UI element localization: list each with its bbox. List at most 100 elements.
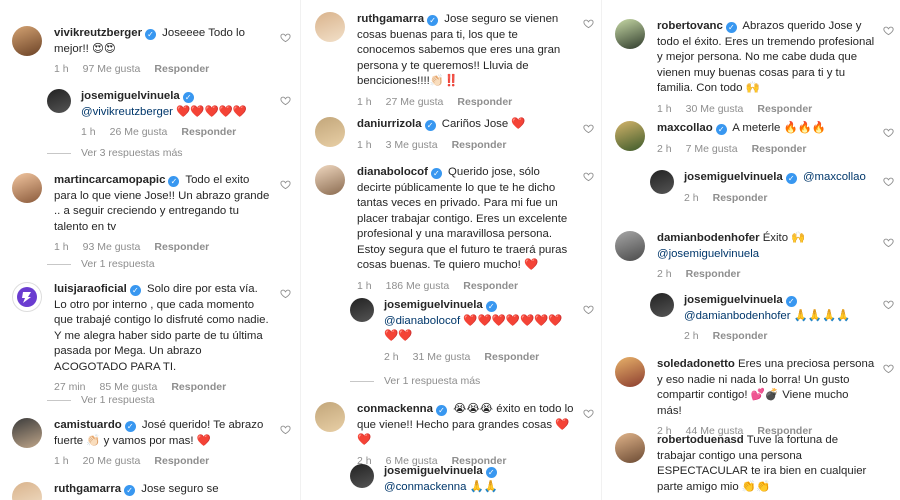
like-heart-icon[interactable] [883, 25, 894, 36]
reply-button[interactable]: Responder [757, 102, 812, 118]
like-heart-icon[interactable] [280, 32, 291, 43]
mention-link[interactable]: @vivikreutzberger [81, 106, 173, 118]
comment-likes[interactable]: 3 Me gusta [386, 138, 438, 154]
comment-time[interactable]: 1 h [54, 62, 69, 78]
mention-link[interactable]: @dianabolocof [384, 315, 460, 327]
reply-button[interactable]: Responder [154, 240, 209, 256]
mention-link[interactable]: @conmackenna [384, 481, 466, 493]
avatar[interactable] [650, 170, 674, 194]
reply-button[interactable]: Responder [452, 138, 507, 154]
avatar[interactable] [350, 298, 374, 322]
comment-username[interactable]: josemiguelvinuela [684, 294, 783, 306]
comment-username[interactable]: josemiguelvinuela [384, 299, 483, 311]
like-heart-icon[interactable] [883, 237, 894, 248]
comment-time[interactable]: 1 h [357, 279, 372, 295]
comment-time[interactable]: 1 h [657, 102, 672, 118]
mention-link[interactable]: @maxcollao [803, 171, 866, 183]
mention-link[interactable]: @josemiguelvinuela [657, 248, 759, 260]
comment-likes[interactable]: 97 Me gusta [83, 62, 141, 78]
like-heart-icon[interactable] [583, 304, 594, 315]
comment-username[interactable]: robertovanc [657, 20, 723, 32]
comment-username[interactable]: camistuardo [54, 419, 122, 431]
reply-button[interactable]: Responder [686, 267, 741, 283]
comment-time[interactable]: 2 h [684, 329, 699, 345]
comment-time[interactable]: 2 h [384, 350, 399, 366]
comment-username[interactable]: luisjaraoficial [54, 283, 127, 295]
comment-likes[interactable]: 31 Me gusta [413, 350, 471, 366]
like-heart-icon[interactable] [883, 176, 894, 187]
mention-link[interactable]: @damianbodenhofer [684, 310, 791, 322]
comment-username[interactable]: ruthgamarra [357, 13, 424, 25]
reply-button[interactable]: Responder [713, 191, 768, 207]
like-heart-icon[interactable] [883, 127, 894, 138]
comment-username[interactable]: dianabolocof [357, 166, 428, 178]
avatar[interactable] [350, 464, 374, 488]
comment-username[interactable]: daniurrizola [357, 118, 422, 130]
like-heart-icon[interactable] [280, 424, 291, 435]
like-heart-icon[interactable] [583, 408, 594, 419]
reply-button[interactable]: Responder [181, 125, 236, 141]
comment-time[interactable]: 1 h [54, 240, 69, 256]
comment-time[interactable]: 1 h [357, 95, 372, 111]
comment-time[interactable]: 1 h [81, 125, 96, 141]
reply-button[interactable]: Responder [752, 142, 807, 158]
view-more-replies[interactable]: Ver 3 respuestas más [47, 147, 183, 159]
comment-username[interactable]: josemiguelvinuela [384, 465, 483, 477]
avatar[interactable] [12, 173, 42, 203]
comment-username[interactable]: josemiguelvinuela [81, 90, 180, 102]
comment-time[interactable]: 1 h [54, 454, 69, 470]
comment-likes[interactable]: 30 Me gusta [686, 102, 744, 118]
comment-username[interactable]: soledadonetto [657, 358, 735, 370]
comment-likes[interactable]: 7 Me gusta [686, 142, 738, 158]
comment-username[interactable]: josemiguelvinuela [684, 171, 783, 183]
reply-button[interactable]: Responder [154, 62, 209, 78]
avatar[interactable] [650, 293, 674, 317]
reply-button[interactable]: Responder [463, 279, 518, 295]
avatar[interactable] [315, 402, 345, 432]
comment-username[interactable]: martincarcamopapic [54, 174, 165, 186]
avatar[interactable] [47, 89, 71, 113]
like-heart-icon[interactable] [583, 123, 594, 134]
avatar[interactable] [12, 282, 42, 312]
like-heart-icon[interactable] [280, 95, 291, 106]
comment-time[interactable]: 2 h [657, 267, 672, 283]
comment-username[interactable]: damianbodenhofer [657, 232, 760, 244]
comment-likes[interactable]: 20 Me gusta [83, 454, 141, 470]
reply-button[interactable]: Responder [457, 95, 512, 111]
reply-button[interactable]: Responder [484, 350, 539, 366]
view-more-replies[interactable]: Ver 1 respuesta [47, 394, 155, 406]
view-more-replies[interactable]: Ver 1 respuesta [47, 258, 155, 270]
comment-username[interactable]: ruthgamarra [54, 483, 121, 495]
comment-likes[interactable]: 26 Me gusta [110, 125, 168, 141]
comment-time[interactable]: 1 h [357, 138, 372, 154]
reply-button[interactable]: Responder [713, 329, 768, 345]
avatar[interactable] [315, 12, 345, 42]
avatar[interactable] [315, 117, 345, 147]
reply-button[interactable]: Responder [171, 380, 226, 396]
avatar[interactable] [615, 357, 645, 387]
like-heart-icon[interactable] [883, 363, 894, 374]
comment-time[interactable]: 2 h [684, 191, 699, 207]
like-heart-icon[interactable] [583, 18, 594, 29]
view-more-replies[interactable]: Ver 1 respuesta más [350, 375, 480, 387]
avatar[interactable] [12, 418, 42, 448]
comment-likes[interactable]: 27 Me gusta [386, 95, 444, 111]
avatar[interactable] [12, 482, 42, 500]
avatar[interactable] [615, 433, 645, 463]
avatar[interactable] [12, 26, 42, 56]
reply-button[interactable]: Responder [154, 454, 209, 470]
comment-username[interactable]: maxcollao [657, 122, 713, 134]
avatar[interactable] [615, 231, 645, 261]
like-heart-icon[interactable] [583, 171, 594, 182]
avatar[interactable] [615, 19, 645, 49]
avatar[interactable] [315, 165, 345, 195]
comment-username[interactable]: vivikreutzberger [54, 27, 142, 39]
avatar[interactable] [615, 121, 645, 151]
comment-time[interactable]: 2 h [657, 142, 672, 158]
like-heart-icon[interactable] [280, 179, 291, 190]
like-heart-icon[interactable] [883, 299, 894, 310]
comment-username[interactable]: conmackenna [357, 403, 433, 415]
comment-likes[interactable]: 186 Me gusta [386, 279, 450, 295]
comment-username[interactable]: robertoduenasd [657, 434, 744, 446]
comment-likes[interactable]: 93 Me gusta [83, 240, 141, 256]
